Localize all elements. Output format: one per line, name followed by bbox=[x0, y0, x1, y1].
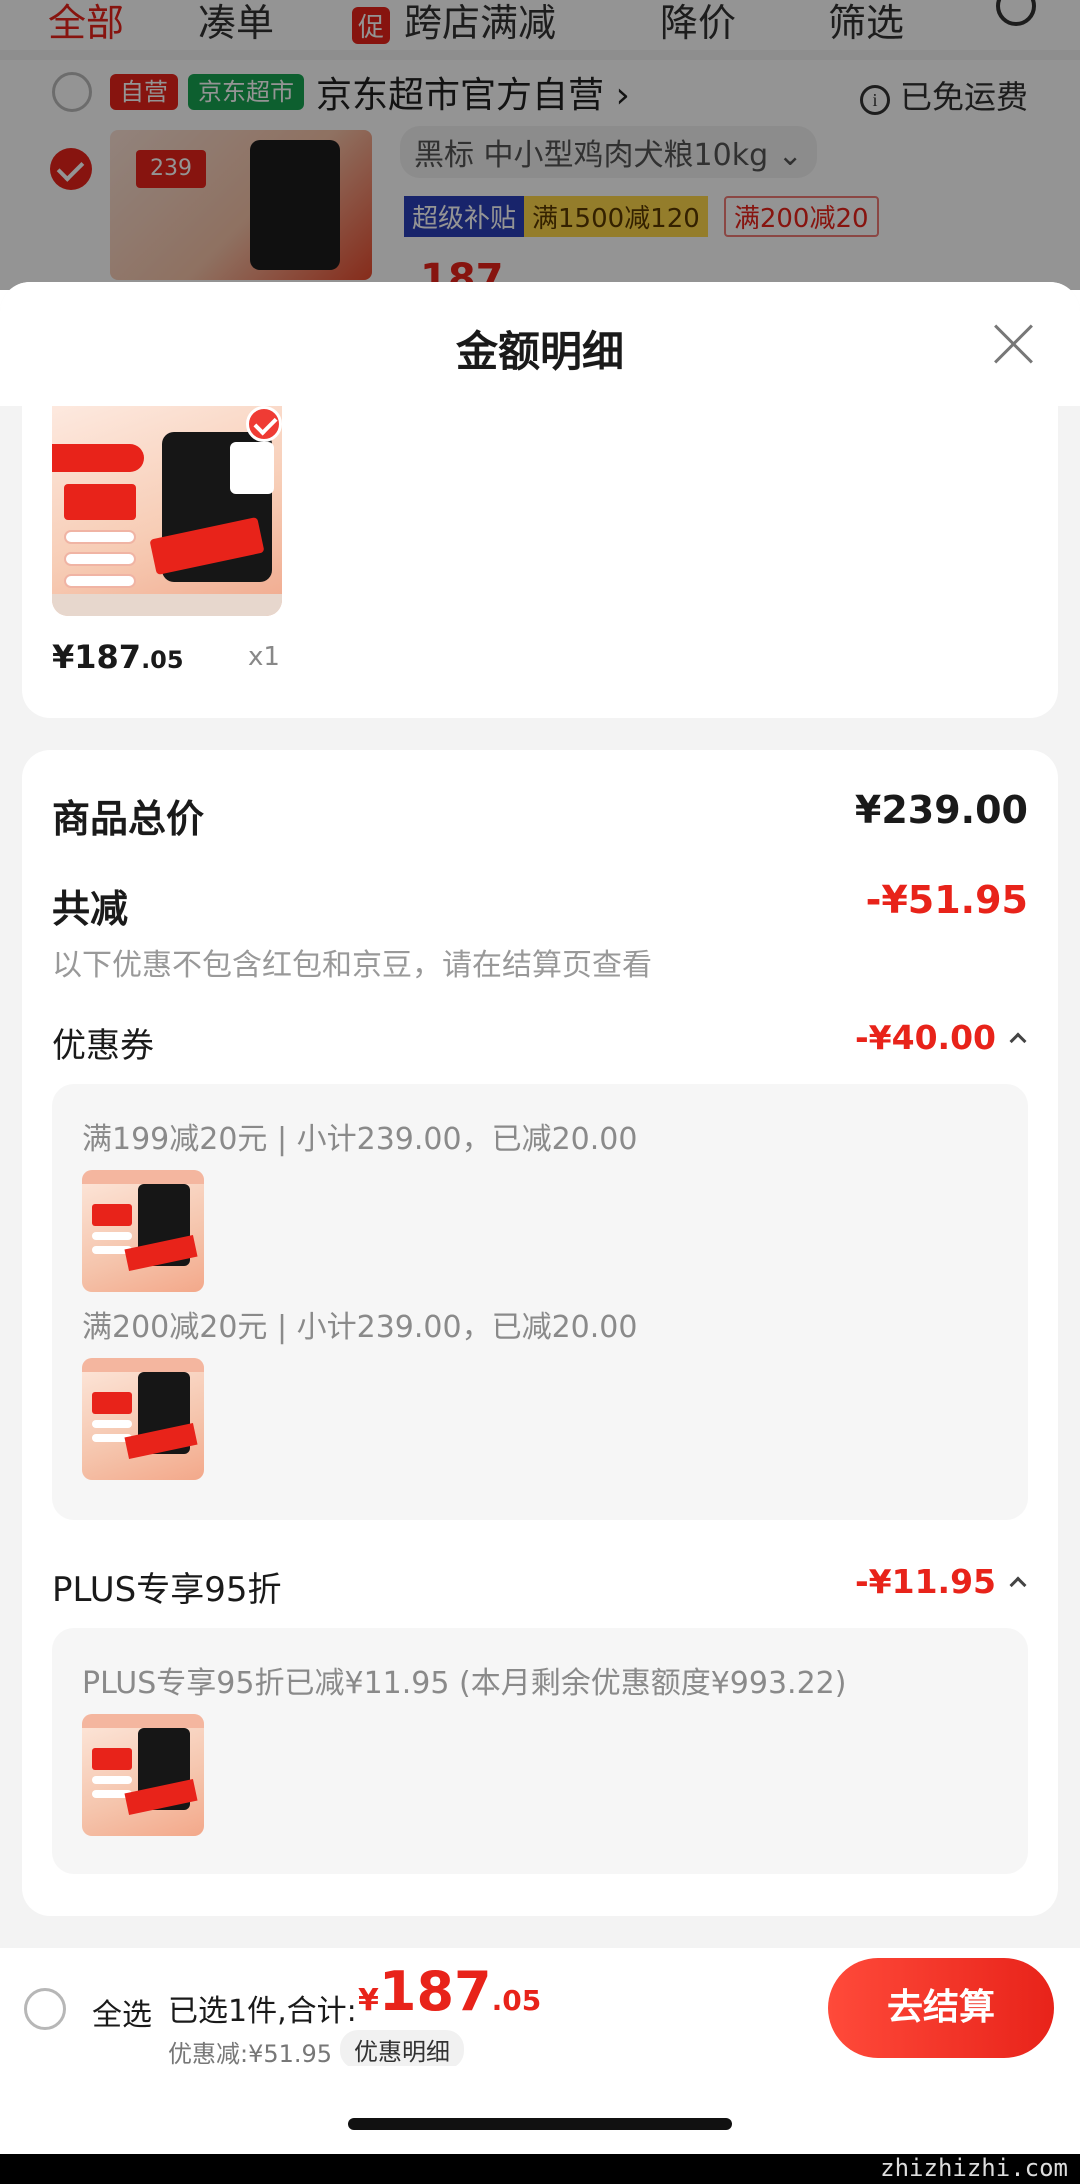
total-reduction-value: -¥51.95 bbox=[865, 878, 1028, 922]
amount-detail-sheet: 金额明细 ¥187.05 x1 商品总价 ¥239.00 共减 -¥51.95 … bbox=[0, 282, 1080, 2184]
sheet-title: 金额明细 bbox=[455, 327, 624, 376]
product-price-dec: .05 bbox=[141, 646, 184, 674]
close-icon[interactable] bbox=[984, 314, 1044, 374]
thumb-header-shape bbox=[82, 1170, 204, 1184]
product-card: ¥187.05 x1 bbox=[22, 406, 1058, 718]
coupon-detail-box: 满199减20元 | 小计239.00，已减20.00 满200减20元 | 小… bbox=[52, 1084, 1028, 1520]
thumb-price-shape bbox=[92, 1392, 132, 1414]
promo-banner-shape bbox=[52, 444, 144, 472]
grand-total-int: 187 bbox=[378, 1960, 492, 2023]
discount-hint: 以下优惠不包含红包和京豆，请在结算页查看 bbox=[52, 948, 652, 983]
thumb-header-shape bbox=[82, 1714, 204, 1728]
select-all-label[interactable]: 全选 bbox=[92, 1990, 152, 2034]
sheet-header: 金额明细 bbox=[0, 282, 1080, 406]
coupon-line: 满200减20元 | 小计239.00，已减20.00 bbox=[82, 1310, 638, 1345]
modal-backdrop[interactable] bbox=[0, 0, 1080, 290]
jd-supermarket-label-shape bbox=[230, 442, 274, 494]
plus-discount-toggle[interactable]: -¥11.95 bbox=[854, 1562, 1027, 1601]
thumb-price-shape bbox=[92, 1748, 132, 1770]
cart-background: 全部 凑单 促跨店满减 降价 筛选 自营 京东超市 京东超市官方自营 › i 已免… bbox=[0, 0, 1080, 290]
thumb-pill-shape bbox=[92, 1776, 132, 1784]
coupon-value: -¥40.00 bbox=[854, 1018, 996, 1057]
plus-detail-line: PLUS专享95折已减¥11.95 (本月剩余优惠额度¥993.22) bbox=[82, 1666, 847, 1701]
selected-count: 已选1件,合计: bbox=[168, 1994, 357, 2029]
plus-detail-box: PLUS专享95折已减¥11.95 (本月剩余优惠额度¥993.22) bbox=[52, 1628, 1028, 1874]
thumb-pill-shape bbox=[92, 1420, 132, 1428]
image-footer-shape bbox=[52, 594, 282, 616]
product-price-int: ¥187 bbox=[52, 638, 142, 676]
coupon-label: 优惠券 bbox=[52, 1026, 154, 1066]
thumb-pill-shape bbox=[92, 1232, 132, 1240]
plus-discount-label: PLUS专享95折 bbox=[52, 1570, 282, 1610]
product-checked-icon bbox=[246, 406, 282, 442]
discount-detail-button[interactable]: 优惠明细 bbox=[340, 2030, 464, 2069]
plus-item-thumbnail bbox=[82, 1714, 204, 1836]
total-price-value: ¥239.00 bbox=[854, 788, 1028, 832]
chevron-up-icon bbox=[1009, 1576, 1027, 1594]
discount-summary: 优惠减:¥51.95 bbox=[168, 2040, 333, 2068]
chevron-up-icon bbox=[1009, 1032, 1027, 1050]
home-indicator[interactable] bbox=[348, 2118, 732, 2130]
checkout-button[interactable]: 去结算 bbox=[828, 1958, 1054, 2058]
feature-pill-shape bbox=[64, 552, 136, 566]
coupon-item-thumbnail bbox=[82, 1358, 204, 1480]
home-indicator-area bbox=[0, 2066, 1080, 2154]
coupon-toggle[interactable]: -¥40.00 bbox=[854, 1018, 1027, 1057]
plus-discount-value: -¥11.95 bbox=[854, 1562, 996, 1601]
grand-total-dec: .05 bbox=[491, 1984, 542, 2017]
thumb-header-shape bbox=[82, 1358, 204, 1372]
select-all-radio[interactable] bbox=[24, 1988, 66, 2030]
total-price-label: 商品总价 bbox=[52, 797, 205, 841]
grand-total-currency: ¥ bbox=[358, 1983, 379, 2018]
product-quantity: x1 bbox=[248, 642, 280, 672]
coupon-line: 满199减20元 | 小计239.00，已减20.00 bbox=[82, 1122, 638, 1157]
product-price: ¥187.05 bbox=[52, 638, 184, 676]
price-tag-shape bbox=[64, 484, 136, 520]
total-reduction-label: 共减 bbox=[52, 887, 129, 931]
product-image[interactable] bbox=[52, 406, 282, 616]
feature-pill-shape bbox=[64, 574, 136, 588]
grand-total: ¥187.05 bbox=[358, 1960, 541, 2023]
coupon-item-thumbnail bbox=[82, 1170, 204, 1292]
thumb-price-shape bbox=[92, 1204, 132, 1226]
feature-pill-shape bbox=[64, 530, 136, 544]
watermark: zhizhizhi.com bbox=[880, 2154, 1068, 2182]
summary-card: 商品总价 ¥239.00 共减 -¥51.95 以下优惠不包含红包和京豆，请在结… bbox=[22, 750, 1058, 1916]
